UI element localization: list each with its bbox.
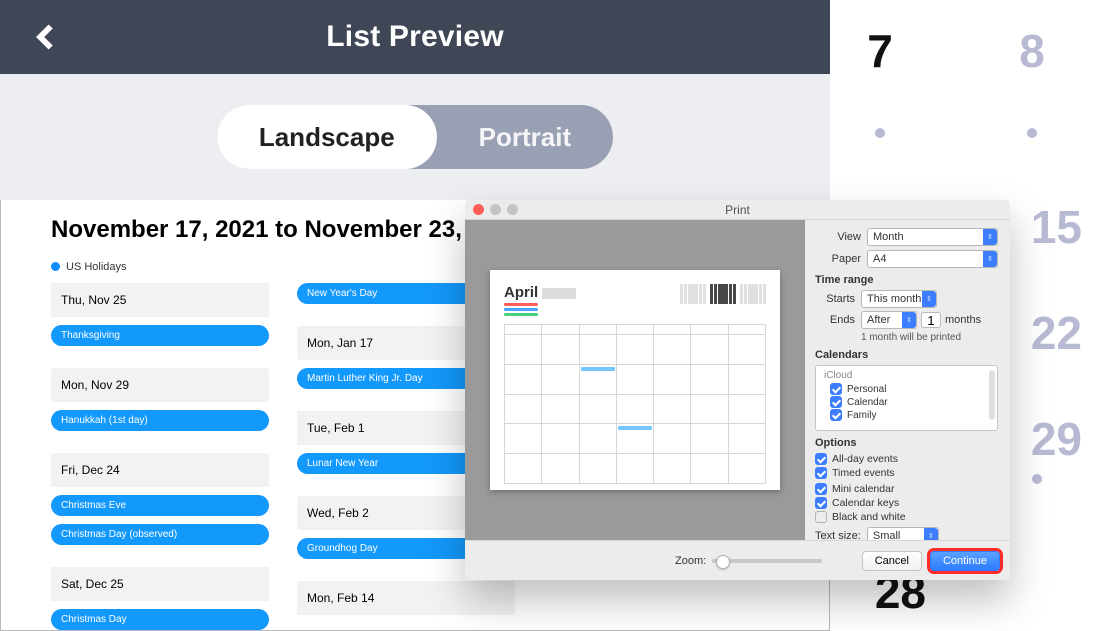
calkeys-checkbox[interactable] bbox=[815, 497, 827, 509]
calendar-key-icon bbox=[504, 303, 538, 306]
bg-date: 15 bbox=[1031, 204, 1082, 250]
months-stepper[interactable] bbox=[921, 312, 941, 328]
cancel-button[interactable]: Cancel bbox=[862, 551, 922, 571]
section-time-range: Time range bbox=[815, 274, 998, 286]
opt-label: Mini calendar bbox=[832, 483, 894, 495]
opt-label: All-day events bbox=[832, 453, 898, 465]
calendar-name: Family bbox=[847, 410, 876, 421]
back-button[interactable] bbox=[32, 23, 60, 51]
bg-date: 7 bbox=[867, 28, 893, 74]
months-unit: months bbox=[945, 314, 981, 326]
calendar-item[interactable]: Calendar bbox=[830, 396, 991, 408]
select-arrows-icon: ⇳ bbox=[902, 312, 916, 328]
textsize-label: Text size: bbox=[815, 530, 861, 540]
print-controls: View Month⇳ Paper A4⇳ Time range Starts … bbox=[805, 220, 1010, 540]
date-header: Sat, Dec 25 bbox=[51, 567, 269, 601]
mini-calendar-icon bbox=[740, 284, 766, 304]
print-preview-pane: April bbox=[465, 220, 805, 540]
opt-label: Timed events bbox=[832, 467, 895, 479]
event-pill: Thanksgiving bbox=[51, 325, 269, 346]
textsize-select[interactable]: Small⇳ bbox=[867, 527, 939, 540]
calendar-checkbox[interactable] bbox=[830, 383, 842, 395]
event-dot-icon bbox=[1027, 128, 1037, 138]
date-header: Fri, Dec 24 bbox=[51, 453, 269, 487]
close-window-icon[interactable] bbox=[473, 204, 484, 215]
orientation-segmented-control: Landscape Portrait bbox=[0, 74, 830, 200]
date-header: Mon, Nov 29 bbox=[51, 368, 269, 402]
mini-calendars bbox=[680, 284, 766, 316]
seg-portrait[interactable]: Portrait bbox=[437, 105, 613, 169]
date-header: Mon, Feb 14 bbox=[297, 581, 515, 615]
calendar-tag: US Holidays bbox=[51, 261, 127, 273]
range-hint: 1 month will be printed bbox=[861, 332, 998, 343]
zoom-slider[interactable] bbox=[712, 559, 822, 563]
calendar-checkbox[interactable] bbox=[830, 396, 842, 408]
calendar-key-icon bbox=[504, 308, 538, 311]
event-pill: Christmas Day bbox=[51, 609, 269, 630]
minical-checkbox[interactable] bbox=[815, 483, 827, 495]
view-label: View bbox=[815, 231, 861, 243]
bg-date: 8 bbox=[1019, 28, 1045, 74]
segmented-control: Landscape Portrait bbox=[217, 105, 613, 169]
event-pill: Hanukkah (1st day) bbox=[51, 410, 269, 431]
calendar-checkbox[interactable] bbox=[830, 409, 842, 421]
select-arrows-icon: ⇳ bbox=[983, 229, 997, 245]
event-pill: Christmas Day (observed) bbox=[51, 524, 269, 545]
ios-header: List Preview bbox=[0, 0, 830, 74]
window-controls bbox=[473, 204, 518, 215]
paper-label: Paper bbox=[815, 253, 861, 265]
dialog-titlebar: Print bbox=[465, 200, 1010, 220]
select-arrows-icon: ⇳ bbox=[922, 291, 936, 307]
bg-date: 29 bbox=[1031, 416, 1082, 462]
page-title: List Preview bbox=[326, 20, 503, 54]
calendar-key-icon bbox=[504, 313, 538, 316]
date-header: Thu, Nov 25 bbox=[51, 283, 269, 317]
section-calendars: Calendars bbox=[815, 349, 998, 361]
print-dialog: Print April bbox=[465, 200, 1010, 580]
preview-month: April bbox=[504, 284, 576, 301]
event-dot-icon bbox=[1032, 474, 1042, 484]
calendar-name: Personal bbox=[847, 384, 886, 395]
mini-calendar-icon bbox=[710, 284, 736, 304]
ends-select[interactable]: After⇳ bbox=[861, 311, 917, 329]
starts-select[interactable]: This month⇳ bbox=[861, 290, 937, 308]
bw-checkbox[interactable] bbox=[815, 511, 827, 523]
calendar-name: Calendar bbox=[847, 397, 888, 408]
minimize-window-icon bbox=[490, 204, 501, 215]
section-options: Options bbox=[815, 437, 998, 449]
calendar-item[interactable]: Family bbox=[830, 409, 991, 421]
seg-landscape[interactable]: Landscape bbox=[217, 105, 437, 169]
timed-checkbox[interactable] bbox=[815, 467, 827, 479]
chevron-left-icon bbox=[32, 23, 60, 51]
allday-checkbox[interactable] bbox=[815, 453, 827, 465]
calendar-item[interactable]: Personal bbox=[830, 383, 991, 395]
page-preview: April bbox=[490, 270, 780, 490]
calendar-group: iCloud bbox=[824, 370, 991, 381]
dialog-footer: Zoom: Cancel Continue bbox=[465, 540, 1010, 580]
select-arrows-icon: ⇳ bbox=[924, 528, 938, 540]
calendar-list[interactable]: iCloud Personal Calendar Family bbox=[815, 365, 998, 431]
select-arrows-icon: ⇳ bbox=[983, 251, 997, 267]
zoom-label: Zoom: bbox=[675, 555, 706, 567]
continue-button[interactable]: Continue bbox=[930, 551, 1000, 571]
event-dot-icon bbox=[875, 128, 885, 138]
event-column: Thu, Nov 25 Thanksgiving Mon, Nov 29 Hanukk… bbox=[51, 283, 269, 630]
maximize-window-icon bbox=[507, 204, 518, 215]
opt-label: Black and white bbox=[832, 511, 906, 523]
starts-label: Starts bbox=[815, 293, 855, 305]
month-grid bbox=[504, 324, 766, 484]
opt-label: Calendar keys bbox=[832, 497, 899, 509]
mini-calendar-icon bbox=[680, 284, 706, 304]
paper-select[interactable]: A4⇳ bbox=[867, 250, 998, 268]
event-pill: Christmas Eve bbox=[51, 495, 269, 516]
view-select[interactable]: Month⇳ bbox=[867, 228, 998, 246]
dialog-title: Print bbox=[725, 203, 750, 217]
bg-date: 22 bbox=[1031, 310, 1082, 356]
ends-label: Ends bbox=[815, 314, 855, 326]
